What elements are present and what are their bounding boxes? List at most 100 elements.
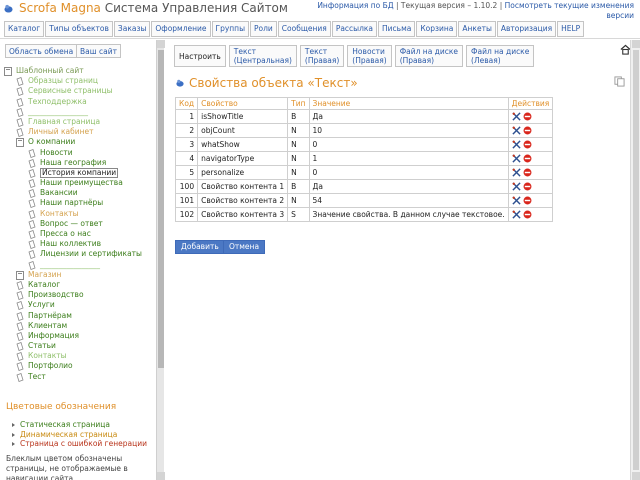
menu-item[interactable]: Письма [378,21,416,37]
legend: Статическая страница Динамическая страниц… [12,420,147,449]
page-icon [28,230,36,239]
menu-item[interactable]: Сообщения [277,21,331,37]
tree-item[interactable]: Информация [4,331,156,341]
scroll-down-icon[interactable] [632,472,640,480]
col-code: Код [174,97,199,110]
edit-icon[interactable] [512,209,521,219]
tree-item[interactable]: Контакты [4,209,156,219]
clipboard-button[interactable]: Область обмена [5,44,78,58]
page-icon [16,291,24,301]
edit-icon[interactable] [512,153,521,163]
tab[interactable]: Файл на диске (Левая) [466,45,535,67]
edit-icon[interactable] [512,181,521,191]
edit-icon[interactable] [512,139,521,149]
tree-item[interactable]: Наши партнёры [4,198,156,209]
tree-item[interactable]: Наши преимущества [4,178,156,189]
tree-item[interactable]: Услуги [4,300,156,311]
menu-item[interactable]: HELP [557,21,585,37]
db-info-link[interactable]: Информация по БД [317,1,393,10]
tree-item[interactable]: Наша география [4,158,156,168]
tab[interactable]: Текст (Правая) [299,45,345,67]
tab[interactable]: Файл на диске (Правая) [394,45,464,67]
folder-icon [4,67,12,76]
changes-link[interactable]: Посмотреть текущие изменения версии [505,1,634,20]
cell-type: S [287,207,310,222]
delete-icon[interactable] [523,168,532,177]
your-site-button[interactable]: Ваш сайт [76,44,121,58]
tree-item[interactable]: Образцы страниц [4,76,156,87]
cell-type: N [287,137,310,152]
tree-item-label: Производство [28,290,84,300]
scroll-up-icon[interactable] [632,40,640,48]
tree-item[interactable]: Партнёрам [4,311,156,321]
menu-item[interactable]: Оформление [151,21,211,37]
scroll-down-icon[interactable] [157,472,165,480]
menu-item[interactable]: Корзина [416,21,458,37]
cancel-button[interactable]: Отмена [223,240,266,254]
tree-item[interactable]: Лицензии и сертификаты [4,249,156,260]
menu-item[interactable]: Роли [250,21,277,37]
delete-icon[interactable] [523,182,532,191]
cell-name: Свойство контента 3 [197,207,289,222]
tree-item[interactable]: Портфолио [4,361,156,372]
menu-item[interactable]: Авторизация [496,21,557,37]
tab[interactable]: Новости (Правая) [347,45,392,67]
tree-item[interactable]: Контакты [4,351,156,362]
page-icon [16,77,24,87]
tab[interactable]: Настроить [174,45,226,67]
tree-item[interactable]: Пресса о нас [4,229,156,239]
logo-icon [4,4,13,13]
edit-icon[interactable] [512,167,521,177]
delete-icon[interactable] [523,154,532,163]
menu-item[interactable]: Типы объектов [45,21,113,37]
tree-item[interactable]: Новости [4,148,156,158]
tree-item[interactable]: ________________ [4,260,156,270]
add-button[interactable]: Добавить [175,240,225,254]
tree-item[interactable]: Вопрос — ответ [4,219,156,229]
delete-icon[interactable] [523,210,532,219]
tree-item[interactable]: Шаблонный сайт [4,66,156,76]
tab[interactable]: Текст (Центральная) [228,45,297,67]
tree-item[interactable]: Вакансии [4,188,156,199]
site-tree: Шаблонный сайт Образцы страниц Сервисные с… [4,66,156,382]
tree-item[interactable]: Наш коллектив [4,239,156,250]
main-scrollbar[interactable] [630,40,640,480]
tree-item[interactable]: Клиентам [4,321,156,331]
tree-item[interactable]: История компании [4,167,156,178]
tree-item[interactable]: Производство [4,290,156,301]
scroll-thumb[interactable] [158,50,164,368]
edit-icon[interactable] [512,111,521,121]
tree-item[interactable]: Магазин [4,270,156,280]
tree-item[interactable]: Сервисные страницы [4,86,156,97]
tree-item[interactable]: Личный кабинет [4,127,156,138]
menu-item[interactable]: Заказы [113,21,151,37]
tree-item[interactable]: Главная страница [4,117,156,127]
menu-item[interactable]: Группы [211,21,250,37]
menu-item[interactable]: Анкеты [458,21,496,37]
main-menu: Каталог Типы объектов Заказы Оформление Груп… [4,21,585,37]
scroll-up-icon[interactable] [157,40,165,48]
col-value: Значение [308,97,509,110]
menu-item[interactable]: Каталог [4,21,45,37]
tree-item[interactable]: Техподдержка [4,97,156,107]
legend-label: Статическая страница [20,420,110,429]
tree-item[interactable]: Тест [4,372,156,382]
tree-item[interactable]: Статьи [4,341,156,352]
scroll-thumb[interactable] [633,50,639,470]
menu-item[interactable]: Рассылка [331,21,378,37]
cell-value: 54 [308,193,509,208]
delete-icon[interactable] [523,126,532,135]
copy-icon[interactable] [614,76,625,87]
tree-item[interactable]: О компании [4,137,156,148]
edit-icon[interactable] [512,195,521,205]
tree-item[interactable]: ________________ [4,107,156,117]
tab-sublabel: (Левая) [471,56,501,65]
edit-icon[interactable] [512,125,521,135]
tab-label: Текст [304,47,328,56]
sidebar-scrollbar[interactable] [156,40,165,480]
tree-item[interactable]: Каталог [4,280,156,290]
delete-icon[interactable] [523,112,532,121]
delete-icon[interactable] [523,196,532,205]
tree-item-label: Портфолио [28,361,73,371]
delete-icon[interactable] [523,140,532,149]
